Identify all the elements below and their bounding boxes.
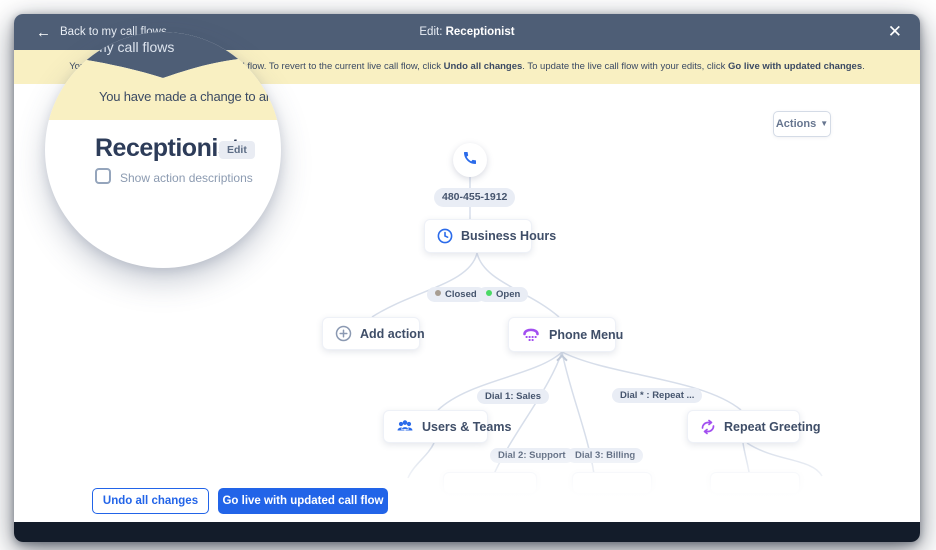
- phone-icon: [462, 150, 478, 171]
- plus-circle-icon: [335, 325, 352, 342]
- users-teams-node[interactable]: Users & Teams: [383, 410, 488, 443]
- collapse-caret-icon[interactable]: [558, 354, 566, 362]
- edit-title-button[interactable]: Edit: [219, 141, 255, 159]
- go-live-button[interactable]: Go live with updated call flow: [218, 488, 388, 514]
- users-teams-label: Users & Teams: [422, 420, 511, 434]
- clock-icon: [437, 228, 453, 244]
- page: ← Back to my call flows Edit: Receptioni…: [0, 0, 936, 550]
- actions-label: Actions: [776, 118, 816, 130]
- closed-status-dot: [435, 290, 441, 296]
- repeat-arrows-icon: [700, 419, 716, 435]
- open-status-dot: [486, 290, 492, 296]
- branch-closed-badge: Closed: [427, 287, 485, 302]
- magnified-banner-text: You have made a change to an active call…: [99, 89, 281, 104]
- phone-menu-icon: [521, 326, 541, 343]
- phone-number-node[interactable]: [453, 143, 487, 177]
- bottom-window-strip: [14, 522, 920, 542]
- flow-title-heading: Receptionist: [95, 134, 239, 163]
- spotlight-magnifier-circle: my call flows You have made a change to …: [45, 32, 281, 268]
- phone-number-badge: 480-455-1912: [434, 188, 515, 207]
- branch-dial1-badge: Dial 1: Sales: [477, 389, 549, 404]
- show-descriptions-label: Show action descriptions: [120, 171, 253, 185]
- phone-menu-label: Phone Menu: [549, 328, 623, 342]
- magnified-nav-text: my call flows: [95, 39, 174, 55]
- chevron-down-icon: ▼: [820, 120, 828, 128]
- undo-all-changes-button[interactable]: Undo all changes: [92, 488, 209, 514]
- show-descriptions-checkbox[interactable]: [95, 168, 111, 184]
- branch-open-badge: Open: [478, 287, 528, 302]
- add-action-label: Add action: [360, 327, 425, 341]
- repeat-greeting-node[interactable]: Repeat Greeting: [687, 410, 800, 443]
- phone-menu-node[interactable]: Phone Menu: [508, 317, 616, 352]
- repeat-greeting-label: Repeat Greeting: [724, 420, 821, 434]
- business-hours-node[interactable]: Business Hours: [424, 219, 532, 253]
- branch-dial-star-badge: Dial * : Repeat ...: [612, 388, 702, 403]
- business-hours-label: Business Hours: [461, 229, 556, 243]
- call-flow-editor-window: ← Back to my call flows Edit: Receptioni…: [14, 14, 920, 542]
- actions-button[interactable]: Actions ▼: [773, 111, 831, 137]
- users-group-icon: [396, 419, 414, 434]
- add-action-node[interactable]: Add action: [322, 317, 420, 350]
